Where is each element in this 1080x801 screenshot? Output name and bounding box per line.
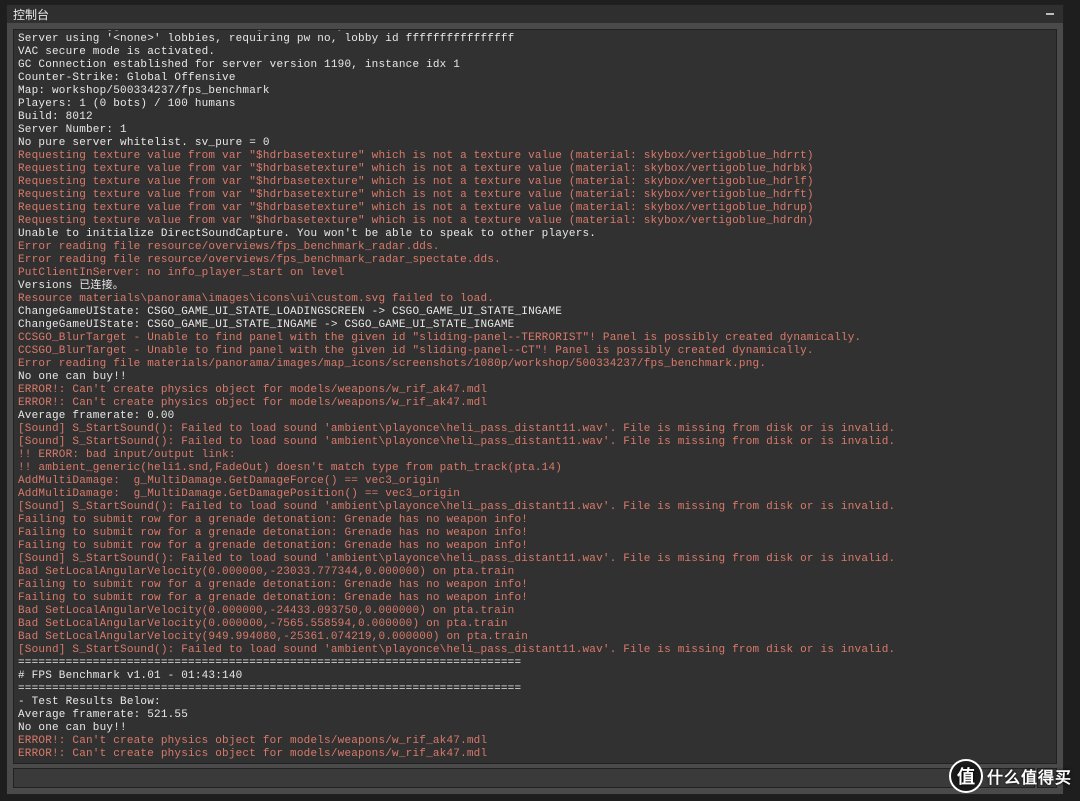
console-line: # FPS Benchmark v1.01 - 01:43:140	[18, 670, 1052, 683]
console-line: Resource materials\panorama\images\icons…	[18, 293, 1052, 306]
console-line: !! ambient_generic(heli1.snd,FadeOut) do…	[18, 462, 1052, 475]
console-line: GC Connection established for server ver…	[18, 59, 1052, 72]
console-line: PutClientInServer: no info_player_start …	[18, 267, 1052, 280]
console-line: Map: workshop/500334237/fps_benchmark	[18, 85, 1052, 98]
console-line: No one can buy!!	[18, 371, 1052, 384]
console-line: Error reading file resource/overviews/fp…	[18, 254, 1052, 267]
console-line: AddMultiDamage: g_MultiDamage.GetDamageF…	[18, 475, 1052, 488]
console-line: Error reading file materials/panorama/im…	[18, 358, 1052, 371]
console-output[interactable]: \src\steamnetworkingsockets\clientlib\cs…	[13, 29, 1057, 764]
console-input-row	[13, 768, 1057, 788]
console-line: Requesting texture value from var "$hdrb…	[18, 189, 1052, 202]
console-line: Error reading file resource/overviews/fp…	[18, 241, 1052, 254]
console-line: ERROR!: Can't create physics object for …	[18, 735, 1052, 748]
console-line: Bad SetLocalAngularVelocity(0.000000,-24…	[18, 605, 1052, 618]
watermark-text: 什么值得买	[987, 764, 1072, 788]
console-input[interactable]	[13, 768, 1035, 788]
console-line: Failing to submit row for a grenade deto…	[18, 514, 1052, 527]
console-line: [Sound] S_StartSound(): Failed to load s…	[18, 553, 1052, 566]
console-line: Server using '<none>' lobbies, requiring…	[18, 33, 1052, 46]
console-line: Average framerate: 521.55	[18, 709, 1052, 722]
console-line: Requesting texture value from var "$hdrb…	[18, 202, 1052, 215]
console-line: ========================================…	[18, 683, 1052, 696]
console-line: [Sound] S_StartSound(): Failed to load s…	[18, 644, 1052, 657]
console-line: CCSGO_BlurTarget - Unable to find panel …	[18, 332, 1052, 345]
console-line: ========================================…	[18, 657, 1052, 670]
console-line: CCSGO_BlurTarget - Unable to find panel …	[18, 345, 1052, 358]
console-line: Failing to submit row for a grenade deto…	[18, 540, 1052, 553]
console-line: Requesting texture value from var "$hdrb…	[18, 150, 1052, 163]
console-line: No pure server whitelist. sv_pure = 0	[18, 137, 1052, 150]
console-line: Requesting texture value from var "$hdrb…	[18, 163, 1052, 176]
console-line: [Sound] S_StartSound(): Failed to load s…	[18, 423, 1052, 436]
console-line: Requesting texture value from var "$hdrb…	[18, 215, 1052, 228]
console-line: Failing to submit row for a grenade deto…	[18, 579, 1052, 592]
console-line: ERROR!: Can't create physics object for …	[18, 748, 1052, 761]
console-line: ERROR!: Can't create physics object for …	[18, 397, 1052, 410]
console-line: ChangeGameUIState: CSGO_GAME_UI_STATE_LO…	[18, 306, 1052, 319]
console-line: Average framerate: 0.00	[18, 410, 1052, 423]
console-line: !! ERROR: bad input/output link:	[18, 449, 1052, 462]
console-line: Versions 已连接。	[18, 280, 1052, 293]
console-line: - Test Results Below:	[18, 696, 1052, 709]
console-line: Bad SetLocalAngularVelocity(0.000000,-23…	[18, 566, 1052, 579]
console-line: [Sound] S_StartSound(): Failed to load s…	[18, 436, 1052, 449]
console-line: VAC secure mode is activated.	[18, 46, 1052, 59]
console-line: Build: 8012	[18, 111, 1052, 124]
console-line: Counter-Strike: Global Offensive	[18, 72, 1052, 85]
console-line: Bad SetLocalAngularVelocity(0.000000,-75…	[18, 618, 1052, 631]
console-line: Failing to submit row for a grenade deto…	[18, 592, 1052, 605]
console-line: No one can buy!!	[18, 722, 1052, 735]
console-line: [Sound] S_StartSound(): Failed to load s…	[18, 501, 1052, 514]
console-line: Server Number: 1	[18, 124, 1052, 137]
watermark: 值 什么值得买	[949, 759, 1072, 793]
console-line: AddMultiDamage: g_MultiDamage.GetDamageP…	[18, 488, 1052, 501]
console-line: ERROR!: Can't create physics object for …	[18, 384, 1052, 397]
console-line: Unable to initialize DirectSoundCapture.…	[18, 228, 1052, 241]
console-window: 控制台 \src\steamnetworkingsockets\clientli…	[6, 4, 1064, 795]
console-line: Requesting texture value from var "$hdrb…	[18, 176, 1052, 189]
console-line: Players: 1 (0 bots) / 100 humans	[18, 98, 1052, 111]
window-title: 控制台	[13, 6, 49, 23]
watermark-badge: 值	[949, 759, 983, 793]
console-line: ChangeGameUIState: CSGO_GAME_UI_STATE_IN…	[18, 319, 1052, 332]
console-line: Bad SetLocalAngularVelocity(949.994080,-…	[18, 631, 1052, 644]
close-icon[interactable]	[1043, 7, 1057, 21]
titlebar[interactable]: 控制台	[7, 5, 1063, 23]
console-line: Failing to submit row for a grenade deto…	[18, 527, 1052, 540]
